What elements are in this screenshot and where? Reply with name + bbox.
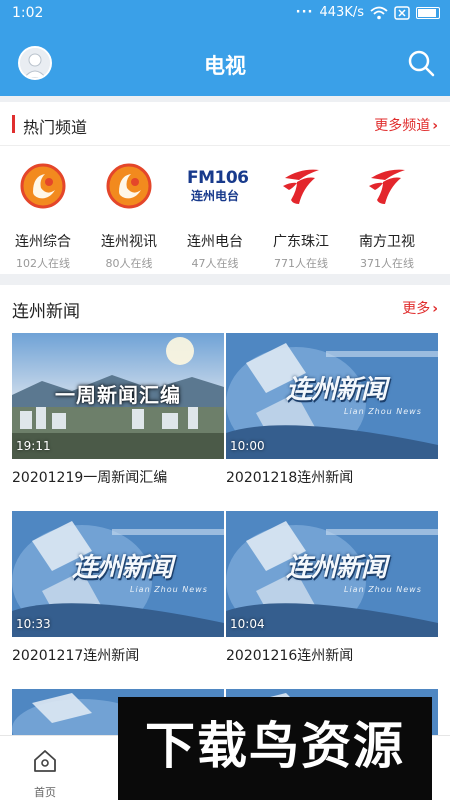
wifi-icon [370, 6, 388, 19]
channel-item[interactable]: 广东珠江 771人在线 [258, 152, 344, 274]
search-icon[interactable] [406, 48, 436, 78]
nav-home-tab[interactable]: 首页 [20, 744, 70, 799]
video-card[interactable]: 连州新闻 Lian Zhou News 10:04 20201216连州新闻 [226, 511, 438, 665]
hot-channels-header: 热门频道 更多频道 › [0, 102, 450, 146]
video-card[interactable]: 连州新闻 Lian Zhou News 10:33 20201217连州新闻 [12, 511, 224, 665]
channel-viewers: 47人在线 [191, 257, 239, 270]
svg-text:下载鸟资源: 下载鸟资源 [145, 717, 405, 775]
channel-viewers: 102人在线 [16, 257, 70, 270]
guangdong-tv-logo-icon [369, 169, 405, 204]
fm106-logo-icon: FM106 连州电台 [187, 162, 249, 210]
channel-item[interactable]: 连州综合 102人在线 [0, 152, 86, 274]
more-channels-link[interactable]: 更多频道 › [374, 115, 438, 135]
video-title: 20201216连州新闻 [226, 648, 354, 664]
channel-name: 连州综合 [15, 234, 71, 250]
video-duration: 10:04 [230, 617, 265, 631]
lianzhou-news-section: 连州新闻 更多 › 一周新闻汇编 19:11 20201219一周新闻汇编 连州… [0, 285, 450, 735]
battery-icon [416, 6, 440, 19]
thumbnail-subcaption: Lian Zhou News [344, 585, 422, 594]
thumbnail-caption: 连州新闻 [72, 553, 173, 583]
thumbnail-caption: 一周新闻汇编 [55, 383, 181, 407]
more-news-label: 更多 [402, 301, 431, 317]
thumbnail-caption: 连州新闻 [286, 553, 387, 583]
hot-channels-title: 热门频道 [23, 118, 88, 137]
video-thumbnail: 连州新闻 Lian Zhou News 10:33 [12, 511, 224, 637]
video-title: 20201218连州新闻 [226, 470, 354, 486]
notification-dots-icon: ··· [295, 5, 314, 20]
video-title: 20201219一周新闻汇编 [12, 470, 168, 486]
video-card[interactable]: 连州新闻 Lian Zhou News 10:00 20201218连州新闻 [226, 333, 438, 487]
page-title: 电视 [204, 54, 246, 78]
thumbnail-subcaption: Lian Zhou News [130, 585, 208, 594]
channel-name: 连州电台 [187, 234, 243, 250]
fm-logo-text-bottom: 连州电台 [190, 189, 239, 203]
nav-home-label: 首页 [34, 786, 56, 799]
channel-name: 南方卫视 [359, 234, 415, 250]
news-header: 连州新闻 更多 › [0, 285, 450, 329]
more-news-link[interactable]: 更多 › [402, 298, 438, 318]
fm-logo-text-top: FM106 [187, 168, 249, 188]
video-thumbnail: 连州新闻 Lian Zhou News 10:04 [226, 511, 438, 637]
video-card[interactable]: 一周新闻汇编 19:11 20201219一周新闻汇编 [12, 333, 224, 487]
channel-item[interactable]: FM106 连州电台 连州电台 47人在线 [172, 152, 258, 274]
channel-viewers: 771人在线 [274, 257, 328, 270]
video-duration: 10:00 [230, 439, 265, 453]
section-accent-bar [12, 115, 15, 133]
chevron-right-icon: › [432, 118, 438, 134]
channel-list: 连州综合 102人在线 连州视讯 80人在线 FM106 连州电台 连州电台 4… [0, 152, 450, 274]
channel-item[interactable]: 南方卫视 371人在线 [344, 152, 430, 274]
channel-name: 连州视讯 [101, 234, 157, 250]
more-channels-label: 更多频道 [374, 118, 431, 134]
video-duration: 10:33 [16, 617, 51, 631]
network-speed: 443K/s [319, 5, 365, 20]
video-title: 20201217连州新闻 [12, 648, 140, 664]
lianzhou-tv-logo-icon [20, 163, 66, 209]
thumbnail-caption: 连州新闻 [286, 375, 387, 405]
video-thumbnail: 一周新闻汇编 19:11 [12, 333, 224, 459]
app-header: 电视 [0, 28, 450, 96]
hot-channels-section: 热门频道 更多频道 › 连州综合 102人在线 连州视讯 80人在线 FM106… [0, 102, 450, 274]
channel-item[interactable]: 连州视讯 80人在线 [86, 152, 172, 274]
channel-viewers: 80人在线 [105, 257, 153, 270]
thumbnail-subcaption: Lian Zhou News [344, 407, 422, 416]
channel-viewers: 371人在线 [360, 257, 414, 270]
channel-name: 广东珠江 [273, 234, 329, 250]
status-bar: 1:02 ··· 443K/s [0, 0, 450, 28]
status-indicators: ··· 443K/s [296, 5, 440, 20]
home-icon [34, 750, 56, 772]
watermark-logo: 下载鸟资源 [118, 697, 432, 800]
lianzhou-tv-logo-icon [106, 163, 152, 209]
guangdong-tv-logo-icon [283, 169, 319, 204]
status-time: 1:02 [12, 5, 44, 21]
video-duration: 19:11 [16, 439, 51, 453]
news-title: 连州新闻 [12, 302, 80, 322]
watermark-text-image: 下载鸟资源 [145, 717, 405, 775]
video-thumbnail: 连州新闻 Lian Zhou News 10:00 [226, 333, 438, 459]
sim-disabled-icon [394, 5, 410, 20]
chevron-right-icon: › [432, 301, 438, 317]
